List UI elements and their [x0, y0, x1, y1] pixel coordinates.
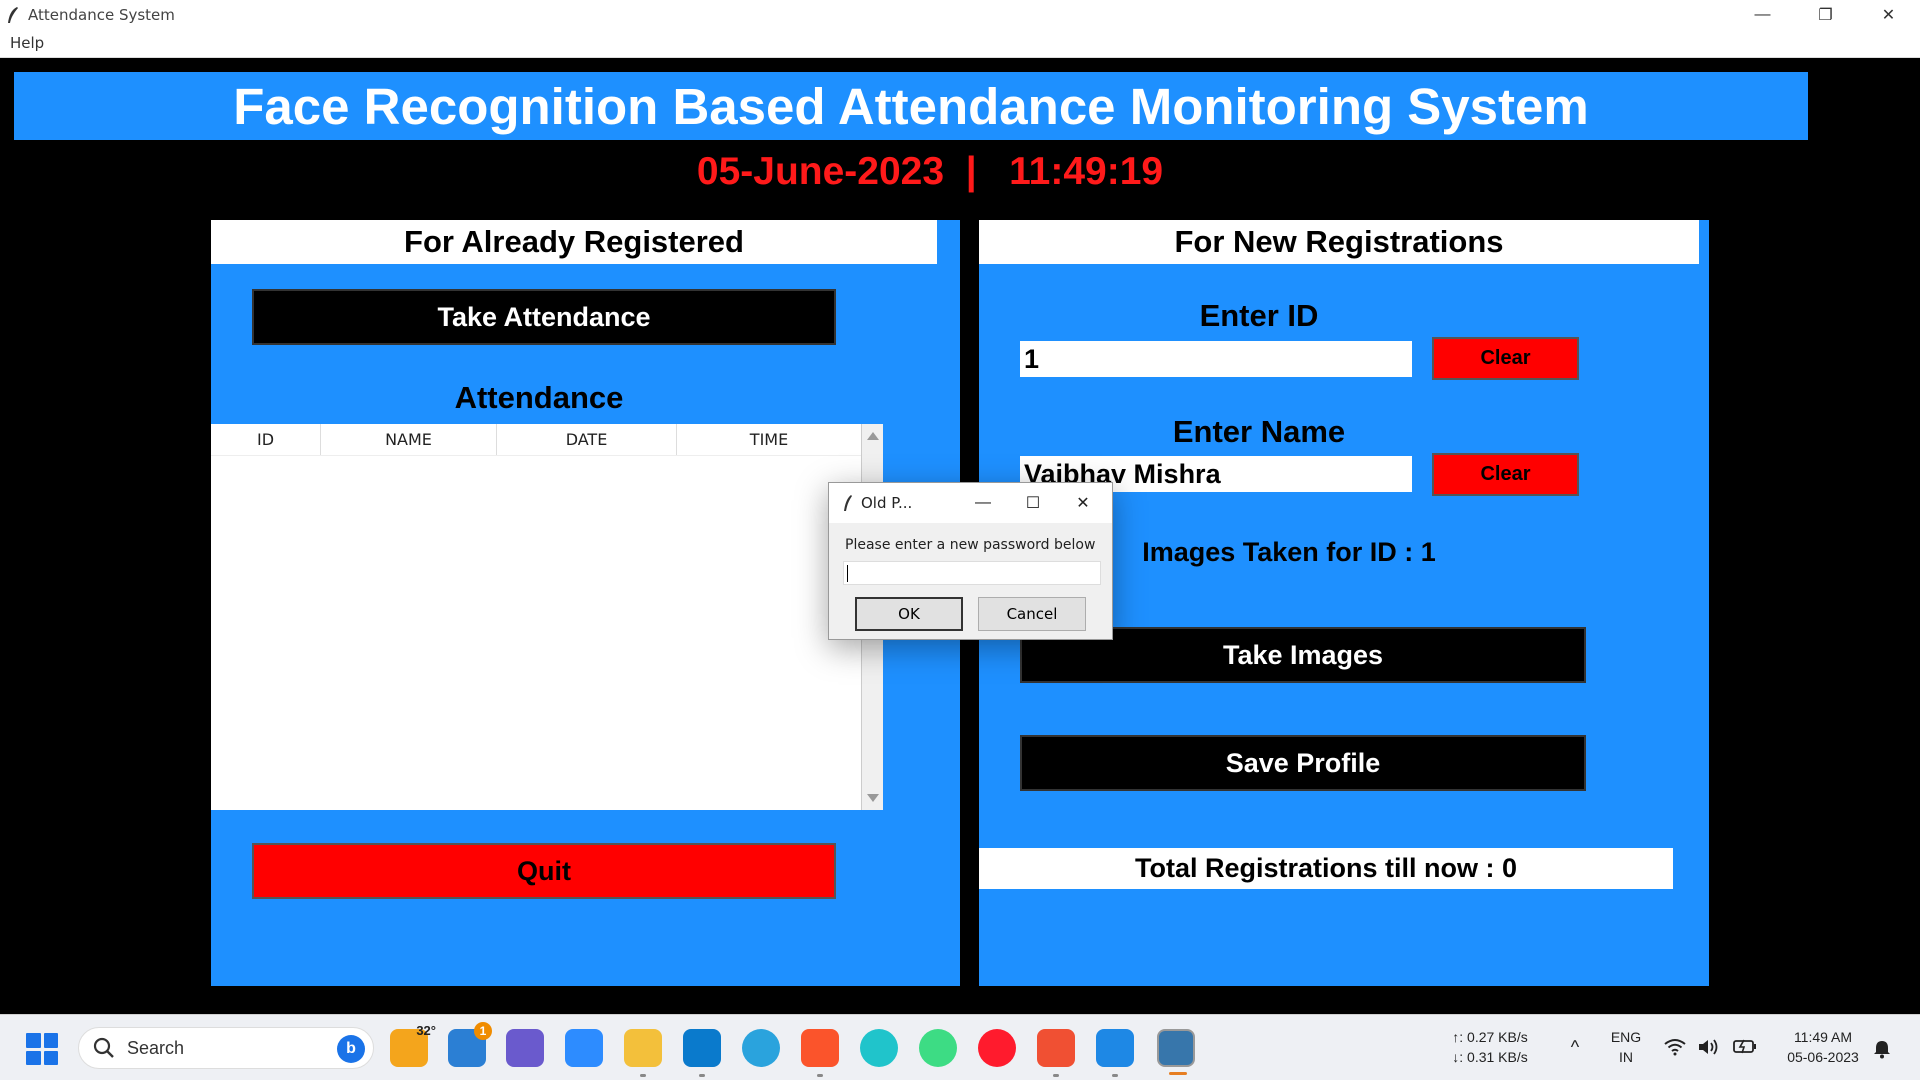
volume-icon[interactable] [1697, 1037, 1721, 1057]
date-time-display: 05-June-2023 | 11:49:19 [696, 150, 1164, 193]
dialog-close-button[interactable]: ✕ [1053, 483, 1113, 523]
canva-icon[interactable] [860, 1029, 898, 1067]
dialog-message: Please enter a new password below [845, 537, 1096, 553]
scroll-up-icon[interactable] [867, 432, 879, 440]
download-speed: ↓: 0.31 KB/s [1452, 1049, 1528, 1065]
attendance-label: Attendance [454, 380, 624, 415]
close-button[interactable]: ✕ [1857, 0, 1920, 30]
password-dialog: Old P... — ☐ ✕ Please enter a new passwo… [828, 482, 1113, 640]
search-icon [93, 1037, 114, 1058]
registered-panel-heading: For Already Registered [211, 220, 937, 264]
language-code: ENG [1610, 1029, 1642, 1045]
app-root: Attendance System — ❐ ✕ Help Face Recogn… [0, 0, 1920, 1080]
git-icon[interactable] [1037, 1029, 1075, 1077]
opera-icon[interactable] [978, 1029, 1016, 1067]
zoom-icon[interactable] [565, 1029, 603, 1067]
text-caret [847, 565, 848, 582]
clock-date: 05-06-2023 [1787, 1049, 1859, 1065]
total-registrations-label: Total Registrations till now : 0 [979, 848, 1673, 889]
android-studio-icon[interactable] [919, 1029, 957, 1067]
feather-icon [844, 495, 852, 511]
table-header: ID NAME DATE TIME [211, 424, 883, 456]
app-heading: Face Recognition Based Attendance Monito… [14, 72, 1808, 140]
taskbar-search[interactable]: Search b [78, 1027, 374, 1069]
system-clock[interactable]: 11:49 AM 05-06-2023 [1768, 1027, 1878, 1067]
minimize-button[interactable]: — [1731, 0, 1794, 30]
new-registration-heading: For New Registrations [979, 220, 1699, 264]
region-code: IN [1619, 1049, 1633, 1065]
brave-icon[interactable] [801, 1029, 839, 1077]
take-attendance-button[interactable]: Take Attendance [252, 289, 836, 345]
taskbar: Search b 32° 1 ↑: 0.27 KB/s ↓: 0.31 KB/s… [0, 1014, 1920, 1080]
dialog-titlebar: Old P... — ☐ ✕ [829, 483, 1112, 523]
quit-button[interactable]: Quit [252, 843, 836, 899]
clear-name-button[interactable]: Clear [1432, 453, 1579, 496]
images-taken-status: Images Taken for ID : 1 [1142, 537, 1436, 567]
bing-icon[interactable]: b [337, 1035, 365, 1063]
weather-icon[interactable]: 32° [390, 1023, 436, 1067]
save-profile-button[interactable]: Save Profile [1020, 735, 1586, 791]
menu-bar: Help [0, 30, 1920, 58]
attendance-table[interactable]: ID NAME DATE TIME [211, 424, 883, 810]
menu-help[interactable]: Help [10, 34, 44, 52]
enter-id-label: Enter ID [1199, 298, 1319, 333]
telegram-icon[interactable] [742, 1029, 780, 1067]
wifi-icon[interactable] [1664, 1038, 1686, 1056]
clock-time: 11:49 AM [1793, 1029, 1853, 1045]
cancel-button[interactable]: Cancel [978, 597, 1086, 631]
new-password-input[interactable] [843, 561, 1101, 585]
file-explorer-icon[interactable] [624, 1029, 662, 1077]
chevron-up-icon[interactable]: ^ [1565, 1037, 1585, 1057]
clear-id-button[interactable]: Clear [1432, 337, 1579, 380]
column-header-name[interactable]: NAME [321, 424, 497, 455]
start-button[interactable] [26, 1033, 58, 1065]
weather-temperature: 32° [416, 1023, 436, 1038]
python-icon[interactable] [1157, 1029, 1195, 1075]
battery-icon[interactable] [1732, 1037, 1758, 1055]
network-speed: ↑: 0.27 KB/s ↓: 0.31 KB/s [1440, 1027, 1540, 1067]
scroll-down-icon[interactable] [867, 794, 879, 802]
restore-button[interactable]: ❐ [1794, 0, 1857, 30]
upload-speed: ↑: 0.27 KB/s [1452, 1029, 1528, 1045]
language-indicator[interactable]: ENG IN [1606, 1027, 1646, 1067]
window-titlebar: Attendance System — ❐ ✕ [0, 0, 1920, 30]
mail-badge: 1 [474, 1022, 492, 1040]
notification-icon[interactable] [1872, 1039, 1892, 1059]
notepad-icon[interactable] [1096, 1029, 1134, 1077]
enter-name-label: Enter Name [1172, 414, 1346, 449]
mail-icon[interactable]: 1 [448, 1022, 492, 1067]
search-label: Search [127, 1037, 185, 1058]
dialog-title: Old P... [861, 494, 913, 512]
column-header-id[interactable]: ID [211, 424, 321, 455]
window-title: Attendance System [28, 6, 175, 24]
feather-icon [8, 7, 18, 23]
column-header-date[interactable]: DATE [497, 424, 677, 455]
id-input[interactable]: 1 [1020, 341, 1412, 377]
column-header-time[interactable]: TIME [677, 424, 861, 455]
ok-button[interactable]: OK [855, 597, 963, 631]
copilot-icon[interactable] [506, 1029, 544, 1067]
vscode-icon[interactable] [683, 1029, 721, 1077]
